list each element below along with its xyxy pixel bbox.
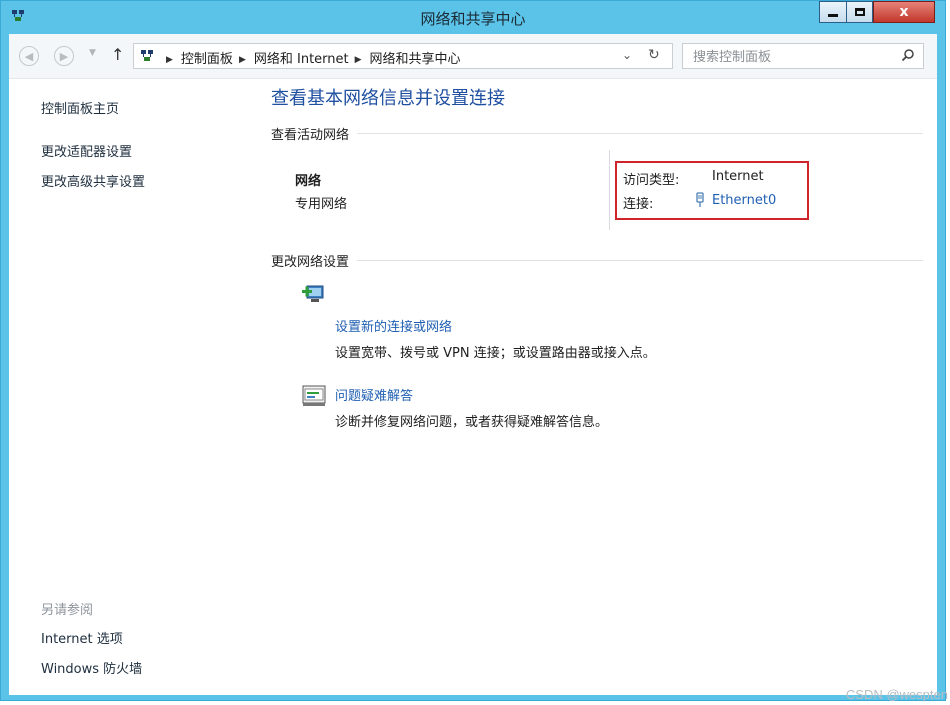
recent-locations-dropdown[interactable]: ▼ [89,48,96,58]
breadcrumb-network-internet[interactable]: 网络和 Internet [254,52,349,67]
section-heading: 更改网络设置 [271,255,350,270]
refresh-icon[interactable]: ↻ [648,47,660,63]
arrow-right-icon: ▶ [59,49,69,63]
access-type-value: Internet [712,169,764,184]
connection-label: 连接: [623,197,654,212]
navigation-bar: ◀ ▶ ▼ ↑ ▶ 控制面板 ▶ 网络和 Internet ▶ 网络和共享中心 ⌄ ↻ [9,34,937,79]
close-button[interactable]: x [873,1,935,23]
search-icon[interactable] [901,48,915,62]
ethernet-connection-link[interactable]: Ethernet0 [712,193,776,208]
window-title: 网络和共享中心 [420,10,526,28]
network-center-icon [141,50,153,61]
sidebar: 控制面板主页 更改适配器设置 更改高级共享设置 另请参阅 Internet 选项… [9,78,249,695]
task-link-troubleshoot[interactable]: 问题疑难解答 [335,385,413,404]
troubleshoot-icon [302,385,326,406]
active-networks-section: 查看活动网络 [271,124,923,143]
window-client-area: ◀ ▶ ▼ ↑ ▶ 控制面板 ▶ 网络和 Internet ▶ 网络和共享中心 ⌄ ↻ [9,34,937,695]
forward-button[interactable]: ▶ [54,46,74,66]
sidebar-link-advanced-sharing[interactable]: 更改高级共享设置 [41,171,145,190]
divider [357,133,923,134]
breadcrumb: ▶ 控制面板 ▶ 网络和 Internet ▶ 网络和共享中心 [160,48,461,67]
sidebar-link-control-panel-home[interactable]: 控制面板主页 [41,98,119,117]
divider [609,150,610,230]
search-input[interactable] [691,47,895,67]
up-button[interactable]: ↑ [111,45,124,64]
ethernet-icon [696,192,704,207]
task-link-new-connection[interactable]: 设置新的连接或网络 [335,316,452,335]
page-title: 查看基本网络信息并设置连接 [271,88,505,109]
minimize-icon [828,13,838,17]
divider [357,260,923,261]
network-name: 网络 [295,174,322,189]
back-button[interactable]: ◀ [19,46,39,66]
main-content: 查看基本网络信息并设置连接 查看活动网络 网络 专用网络 访问类型: Inter… [271,78,923,695]
see-also-heading: 另请参阅 [41,603,94,618]
task-desc-new-connection: 设置宽带、拨号或 VPN 连接；或设置路由器或接入点。 [335,346,656,361]
chevron-right-icon[interactable]: ▶ [239,55,246,65]
chevron-right-icon[interactable]: ▶ [355,55,362,65]
sidebar-link-windows-firewall[interactable]: Windows 防火墙 [41,658,142,677]
address-bar[interactable]: ▶ 控制面板 ▶ 网络和 Internet ▶ 网络和共享中心 ⌄ ↻ [133,43,673,69]
network-type: 专用网络 [295,197,348,212]
sidebar-link-internet-options[interactable]: Internet 选项 [41,628,123,647]
change-settings-section: 更改网络设置 [271,251,923,270]
app-window: 网络和共享中心 x ◀ ▶ ▼ ↑ ▶ 控制面板 ▶ 网络和 Internet ▶ 网络和… [0,0,946,701]
maximize-button[interactable] [846,1,873,23]
title-bar[interactable]: 网络和共享中心 x [1,1,945,34]
chevron-right-icon[interactable]: ▶ [166,55,173,65]
access-type-label: 访问类型: [623,173,680,188]
watermark: CSDN @wespten [845,687,948,702]
breadcrumb-network-sharing-center[interactable]: 网络和共享中心 [370,52,461,67]
task-desc-troubleshoot: 诊断并修复网络问题，或者获得疑难解答信息。 [335,415,609,430]
chevron-down-icon[interactable]: ⌄ [622,48,632,62]
breadcrumb-control-panel[interactable]: 控制面板 [181,52,233,67]
section-heading: 查看活动网络 [271,128,350,143]
sidebar-link-change-adapter[interactable]: 更改适配器设置 [41,141,132,160]
new-connection-icon [302,285,324,302]
maximize-icon [854,8,865,16]
minimize-button[interactable] [819,1,846,23]
arrow-left-icon: ◀ [24,49,34,63]
search-box[interactable] [682,43,924,69]
close-icon: x [899,4,909,20]
